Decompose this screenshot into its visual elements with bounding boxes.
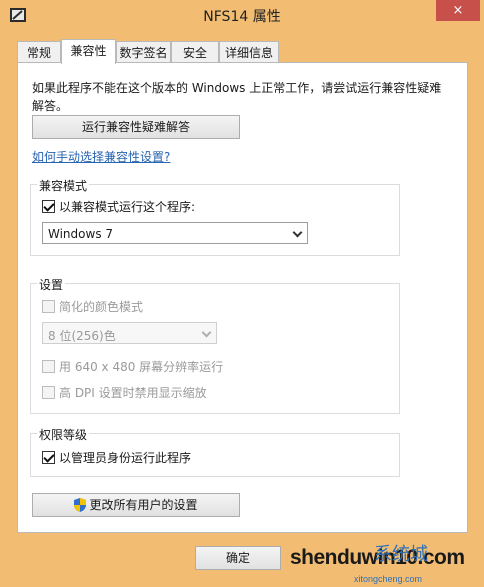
color-depth-select[interactable]: 8 位(256)色 bbox=[42, 322, 217, 344]
tab-security[interactable]: 安全 bbox=[171, 41, 219, 62]
tab-compatibility[interactable]: 兼容性 bbox=[61, 39, 116, 64]
ok-button[interactable]: 确定 bbox=[195, 546, 281, 570]
compat-mode-checkbox-row[interactable]: 以兼容模式运行这个程序: bbox=[42, 198, 195, 215]
resolution-row[interactable]: 用 640 x 480 屏幕分辨率运行 bbox=[42, 358, 223, 375]
shield-icon bbox=[74, 498, 87, 512]
close-icon: × bbox=[452, 3, 464, 18]
change-all-users-label: 更改所有用户的设置 bbox=[89, 498, 198, 512]
compat-mode-checkbox[interactable] bbox=[42, 200, 55, 213]
run-as-admin-row[interactable]: 以管理员身份运行此程序 bbox=[42, 449, 191, 466]
reduced-color-label: 简化的颜色模式 bbox=[59, 300, 144, 314]
settings-title: 设置 bbox=[37, 276, 66, 293]
resolution-checkbox[interactable] bbox=[42, 360, 55, 373]
run-troubleshooter-button[interactable]: 运行兼容性疑难解答 bbox=[32, 115, 240, 139]
compat-mode-group bbox=[30, 184, 400, 256]
run-as-admin-checkbox[interactable] bbox=[42, 451, 55, 464]
dpi-label: 高 DPI 设置时禁用显示缩放 bbox=[59, 386, 207, 400]
color-depth-value: 8 位(256)色 bbox=[48, 329, 116, 343]
compat-mode-label: 以兼容模式运行这个程序: bbox=[59, 200, 196, 214]
window-title: NFS14 属性 bbox=[203, 9, 281, 25]
dpi-row[interactable]: 高 DPI 设置时禁用显示缩放 bbox=[42, 384, 207, 401]
tab-general[interactable]: 常规 bbox=[17, 41, 61, 62]
close-button[interactable]: × bbox=[436, 0, 480, 21]
watermark-cn: 系统城 bbox=[374, 544, 428, 565]
chevron-down-icon bbox=[201, 327, 212, 338]
reduced-color-row[interactable]: 简化的颜色模式 bbox=[42, 298, 143, 315]
compat-mode-title: 兼容模式 bbox=[37, 177, 90, 194]
run-as-admin-label: 以管理员身份运行此程序 bbox=[59, 451, 192, 465]
privilege-title: 权限等级 bbox=[37, 426, 90, 443]
chevron-down-icon bbox=[292, 227, 303, 238]
reduced-color-checkbox[interactable] bbox=[42, 300, 55, 313]
os-select-value: Windows 7 bbox=[48, 227, 114, 241]
title-bar: NFS14 属性 × bbox=[0, 0, 484, 32]
tab-details[interactable]: 详细信息 bbox=[219, 41, 279, 62]
dpi-checkbox[interactable] bbox=[42, 386, 55, 399]
watermark: shenduwin10.com 系统城 xitongcheng.com bbox=[284, 540, 484, 587]
tab-digital-signatures[interactable]: 数字签名 bbox=[116, 41, 171, 62]
intro-text: 如果此程序不能在这个版本的 Windows 上正常工作，请尝试运行兼容性疑难解答… bbox=[32, 81, 442, 113]
watermark-sub: xitongcheng.com bbox=[354, 574, 423, 584]
manual-settings-link[interactable]: 如何手动选择兼容性设置? bbox=[32, 148, 170, 165]
change-all-users-button[interactable]: 更改所有用户的设置 bbox=[32, 493, 240, 517]
os-select[interactable]: Windows 7 bbox=[42, 222, 308, 244]
resolution-label: 用 640 x 480 屏幕分辨率运行 bbox=[59, 360, 224, 374]
